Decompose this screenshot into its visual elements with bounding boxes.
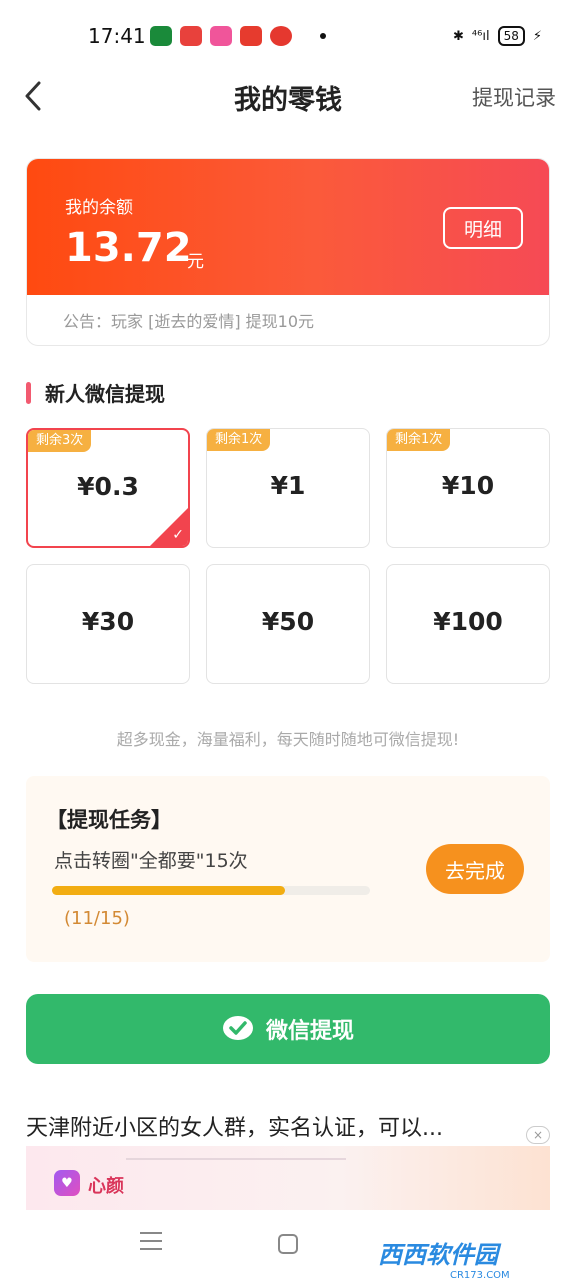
section-title: 新人微信提现 <box>45 382 165 406</box>
status-app-icons <box>150 26 326 46</box>
detail-button[interactable]: 明细 <box>443 207 523 249</box>
balance-header: 我的余额 13.72 元 明细 <box>27 159 549 295</box>
ad-headline[interactable]: 天津附近小区的女人群，实名认证，可以... <box>26 1110 526 1142</box>
task-title: 【提现任务】 <box>46 808 172 832</box>
section-header: 新人微信提现 <box>26 378 165 407</box>
amount-option[interactable]: 剩余3次 ¥0.3 ✓ <box>26 428 190 548</box>
check-icon: ✓ <box>172 527 184 543</box>
task-progress-bar <box>52 886 370 895</box>
task-progress-text: (11/15) <box>64 908 130 929</box>
wechat-withdraw-button[interactable]: 微信提现 <box>26 994 550 1064</box>
amount-option[interactable]: ¥50 <box>206 564 370 684</box>
amount-option[interactable]: ¥100 <box>386 564 550 684</box>
shopping-app-icon <box>210 26 232 46</box>
watermark-sub: CR173.COM <box>450 1270 510 1280</box>
balance-label: 我的余额 <box>65 198 133 218</box>
wechat-icon <box>222 1016 253 1040</box>
remaining-tag: 剩余3次 <box>28 430 92 452</box>
remaining-tag: 剩余1次 <box>387 429 451 451</box>
battery-icon: 58 <box>497 26 525 46</box>
menu-icon[interactable] <box>140 1232 162 1256</box>
balance-value: 13.72 <box>65 225 192 271</box>
task-description: 点击转圈"全都要"15次 <box>54 850 248 872</box>
more-notifications-dot <box>320 33 326 39</box>
amount-option[interactable]: 剩余1次 ¥1 <box>206 428 370 548</box>
amount-option[interactable]: 剩余1次 ¥10 <box>386 428 550 548</box>
withdraw-record-link[interactable]: 提现记录 <box>472 82 556 112</box>
ad-brand: 心颜 <box>88 1176 124 1197</box>
balance-card: 我的余额 13.72 元 明细 公告：玩家 [逝去的爱情] 提现10元 <box>26 158 550 346</box>
ad-banner[interactable]: ♥ 心颜 <box>26 1146 550 1210</box>
section-accent-bar <box>26 381 31 404</box>
status-right: ✱ ⁴⁶ıl 58 ⚡ <box>453 26 542 46</box>
system-nav-bar: 西西软件园 CR173.COM <box>0 1210 576 1280</box>
news-app-icon <box>240 26 262 46</box>
app-notification-icon <box>150 26 172 46</box>
charging-icon: ⚡ <box>532 28 542 44</box>
amount-value: ¥0.3 <box>77 472 139 501</box>
signal-icon: ⁴⁶ıl <box>471 28 490 44</box>
task-card: 【提现任务】 点击转圈"全都要"15次 (11/15) 去完成 <box>26 776 550 962</box>
amount-value: ¥50 <box>261 607 315 636</box>
music-app-icon <box>270 26 292 46</box>
home-icon[interactable] <box>278 1234 298 1254</box>
amount-value: ¥30 <box>81 607 135 636</box>
amount-value: ¥100 <box>433 607 503 636</box>
balance-unit: 元 <box>187 252 204 272</box>
watermark-logo: 西西软件园 <box>378 1240 498 1269</box>
ad-decoration-line <box>126 1158 346 1160</box>
video-app-icon <box>180 26 202 46</box>
status-bar: 17:41 ✱ ⁴⁶ıl 58 ⚡ <box>0 0 576 70</box>
amount-value: ¥1 <box>270 471 306 500</box>
go-complete-button[interactable]: 去完成 <box>426 844 524 894</box>
remaining-tag: 剩余1次 <box>207 429 271 451</box>
amount-option[interactable]: ¥30 <box>26 564 190 684</box>
wechat-withdraw-label: 微信提现 <box>265 1019 354 1044</box>
ad-close-button[interactable]: × <box>526 1126 550 1144</box>
amount-value: ¥10 <box>441 471 495 500</box>
notice-text: 公告：玩家 [逝去的爱情] 提现10元 <box>63 312 315 331</box>
tip-text: 超多现金，海量福利，每天随时随地可微信提现! <box>116 730 460 749</box>
bluetooth-icon: ✱ <box>453 28 464 44</box>
status-time: 17:41 <box>88 24 146 48</box>
header: 我的零钱 提现记录 <box>0 70 576 126</box>
heart-logo-icon: ♥ <box>54 1170 80 1196</box>
task-progress-fill <box>52 886 286 895</box>
